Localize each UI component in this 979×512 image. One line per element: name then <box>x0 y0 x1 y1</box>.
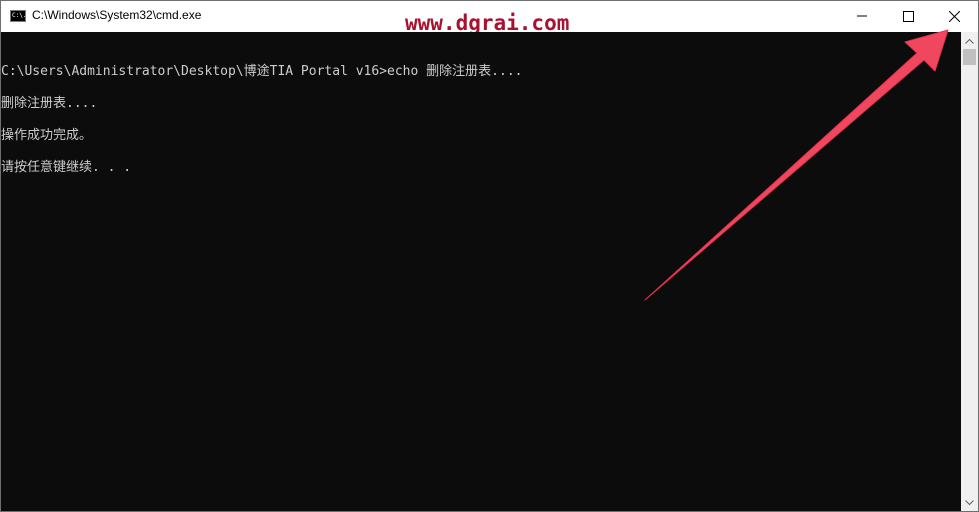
console-line: C:\Users\Administrator\Desktop\博途TIA Por… <box>1 64 523 79</box>
scroll-down-button[interactable] <box>961 494 978 511</box>
window-title: C:\Windows\System32\cmd.exe <box>32 8 202 22</box>
console-line: 请按任意键继续. . . <box>1 160 132 175</box>
console-output-area[interactable]: C:\Users\Administrator\Desktop\博途TIA Por… <box>1 32 961 511</box>
close-icon <box>948 10 960 22</box>
chevron-down-icon <box>965 499 974 505</box>
minimize-icon <box>857 15 867 17</box>
chevron-up-icon <box>965 38 974 44</box>
console-line: 操作成功完成。 <box>1 128 93 143</box>
scroll-up-button[interactable] <box>961 32 978 49</box>
minimize-button[interactable] <box>839 1 885 31</box>
title-bar[interactable]: C:\. C:\Windows\System32\cmd.exe www.dgr… <box>1 1 978 35</box>
maximize-icon <box>902 10 914 22</box>
app-icon-label: C:\. <box>12 12 27 19</box>
scroll-thumb[interactable] <box>963 49 976 65</box>
cmd-window: C:\. C:\Windows\System32\cmd.exe www.dgr… <box>0 0 979 512</box>
cmd-app-icon[interactable]: C:\. <box>10 10 26 22</box>
close-button[interactable] <box>931 1 977 31</box>
vertical-scrollbar[interactable] <box>961 32 978 511</box>
maximize-button[interactable] <box>885 1 931 31</box>
console-line: 删除注册表.... <box>1 96 98 111</box>
console-text: C:\Users\Administrator\Desktop\博途TIA Por… <box>1 48 522 208</box>
